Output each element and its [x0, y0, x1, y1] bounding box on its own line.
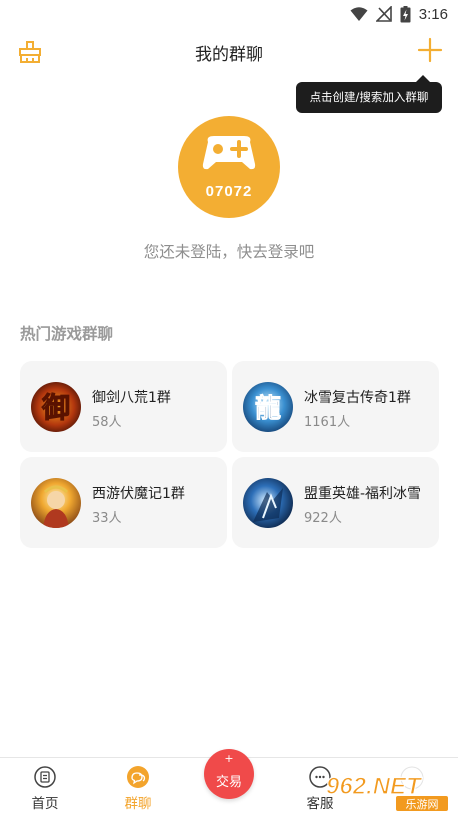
create-search-tooltip: 点击创建/搜索加入群聊	[296, 75, 442, 113]
group-member-count: 1161人	[304, 415, 351, 430]
trade-plus-icon: +	[224, 752, 234, 765]
status-bar: 3:16	[0, 0, 458, 28]
group-name: 盟重英雄-福利冰雪	[304, 486, 422, 502]
page-title: 我的群聊	[195, 45, 263, 65]
nav-label-group-chat: 群聊	[124, 796, 152, 812]
group-card[interactable]: 御 御剑八荒1群 58人	[20, 361, 227, 452]
avatar-number: 07072	[205, 183, 253, 200]
status-time: 3:16	[418, 5, 448, 23]
group-avatar: 龍	[243, 382, 293, 432]
watermark-text: 962.NET	[326, 773, 423, 800]
trade-label: 交易	[215, 775, 242, 790]
app-header: 我的群聊	[0, 28, 458, 74]
status-icons: 3:16	[350, 4, 448, 24]
group-name: 西游伏魔记1群	[92, 486, 185, 502]
no-signal-icon	[375, 6, 392, 22]
add-group-button[interactable]	[416, 36, 444, 64]
avatar-glyph: 御	[41, 391, 70, 424]
home-icon	[34, 766, 56, 788]
group-member-count: 922人	[304, 511, 342, 526]
trade-button[interactable]: + 交易	[204, 749, 254, 799]
group-name: 冰雪复古传奇1群	[304, 390, 411, 406]
group-card[interactable]: 西游伏魔记1群 33人	[20, 457, 227, 548]
tooltip-text: 点击创建/搜索加入群聊	[309, 90, 429, 104]
group-avatar	[243, 478, 293, 528]
group-avatar: 御	[31, 382, 81, 432]
nav-item-group-chat[interactable]: 群聊	[103, 758, 173, 814]
group-name: 御剑八荒1群	[92, 390, 171, 406]
gamepad-icon	[202, 136, 256, 170]
plus-icon	[417, 37, 443, 63]
site-watermark: 962.NET 乐游网	[316, 764, 456, 812]
user-avatar[interactable]: 07072	[178, 116, 280, 218]
avatar-glyph: 龍	[255, 393, 281, 424]
group-card[interactable]: 盟重英雄-福利冰雪 922人	[232, 457, 439, 548]
nav-label-home: 首页	[31, 796, 59, 812]
tooltip-arrow	[416, 75, 430, 82]
hot-groups-title: 热门游戏群聊	[20, 325, 114, 343]
login-prompt[interactable]: 您还未登陆，快去登录吧	[0, 240, 458, 262]
group-member-count: 58人	[92, 415, 122, 430]
group-member-count: 33人	[92, 511, 122, 526]
group-card[interactable]: 龍 冰雪复古传奇1群 1161人	[232, 361, 439, 452]
wifi-icon	[350, 7, 368, 21]
watermark-subtext: 乐游网	[406, 798, 439, 811]
nav-item-home[interactable]: 首页	[10, 758, 80, 814]
chat-icon	[127, 766, 149, 788]
group-avatar	[31, 478, 81, 528]
battery-charging-icon	[400, 5, 411, 22]
